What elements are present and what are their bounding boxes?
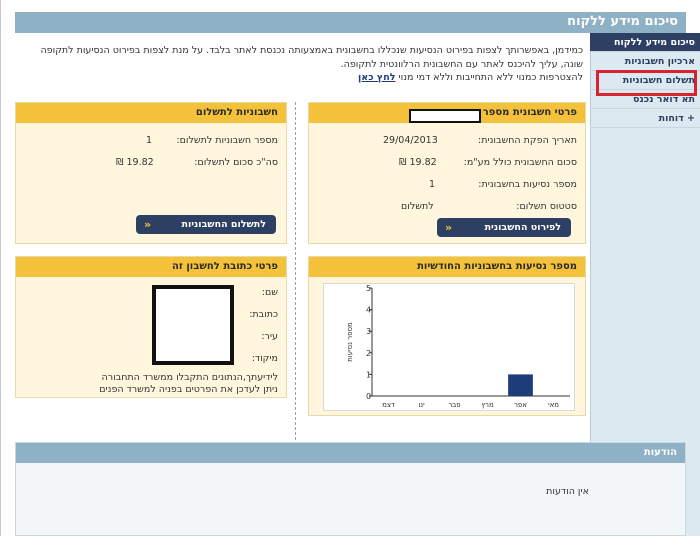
monthly-trips-title: מספר נסיעות בחשבוניות החודשיות bbox=[309, 257, 585, 277]
x-tick-label: מאי bbox=[548, 401, 559, 409]
messages-title: הודעות bbox=[16, 443, 685, 463]
total-amount-value: 19.82 ₪ bbox=[116, 157, 154, 168]
invoice-amount-label: סכום החשבונית כולל מע"מ: bbox=[463, 157, 577, 168]
payment-status-value: לתשלום bbox=[401, 201, 434, 212]
x-tick-label: מרץ bbox=[481, 401, 494, 409]
invoice-detail-button[interactable]: לפירוט החשבונית « bbox=[437, 218, 571, 237]
sidebar-item-summary[interactable]: סיכום מידע ללקוח bbox=[590, 33, 700, 52]
intro-line-1: כמידמן, באפשרותך לצפות בפירוט הנסיעות שנ… bbox=[40, 45, 583, 56]
highlight-box bbox=[596, 70, 697, 96]
invoices-count-label: מספר חשבוניות לתשלום: bbox=[176, 135, 278, 146]
y-tick-label: 4 bbox=[366, 306, 371, 315]
monthly-trips-chart: מספר נסיעות 012345 מאי אפר מרץ פבר ינו דצמ bbox=[323, 283, 575, 411]
invoice-details-panel: פרטי חשבונית מספר תאריך הפקת החשבונית: 2… bbox=[308, 102, 586, 244]
masked-invoice-number bbox=[409, 109, 481, 123]
page: סיכום מידע ללקוח סיכום מידע ללקוח ארכיון… bbox=[0, 0, 700, 536]
monthly-trips-panel: מספר נסיעות בחשבוניות החודשיות מספר נסיע… bbox=[308, 256, 586, 416]
sidebar-item-archive[interactable]: ארכיון חשבוניות bbox=[590, 52, 700, 71]
sidebar-item-reports[interactable]: + דוחות bbox=[590, 109, 700, 128]
intro-text: כמידמן, באפשרותך לצפות בפירוט הנסיעות שנ… bbox=[15, 44, 583, 85]
messages-text: אין הודעות bbox=[546, 486, 589, 497]
vertical-divider bbox=[295, 102, 296, 440]
chart-svg: מספר נסיעות 012345 מאיאפרמרץפברינודצמ bbox=[346, 284, 570, 409]
pay-invoices-button[interactable]: לתשלום החשבוניות « bbox=[136, 215, 276, 234]
page-title: סיכום מידע ללקוח bbox=[567, 14, 678, 29]
payment-status-label: סטטוס תשלום: bbox=[516, 201, 577, 212]
click-here-link[interactable]: לחץ כאן bbox=[358, 72, 395, 83]
address-details-panel: פרטי כתובת לחשבון זה שם: כתובת: עיר: מיק… bbox=[15, 256, 287, 398]
issue-date-label: תאריך הפקת החשבונית: bbox=[478, 135, 577, 146]
invoices-to-pay-title: חשבוניות לתשלום bbox=[16, 103, 286, 123]
address-note-line-2: ניתן לעדכן את הפרטים בפניה למשרד הפנים bbox=[99, 384, 278, 395]
name-label: שם: bbox=[261, 287, 278, 298]
y-axis-label: מספר נסיעות bbox=[346, 322, 354, 362]
x-tick-label: ינו bbox=[418, 401, 425, 409]
masked-address-box bbox=[152, 285, 234, 365]
invoice-amount-value: 19.82 ₪ bbox=[399, 157, 437, 168]
address-label: כתובת: bbox=[249, 309, 278, 320]
trip-count-value: 1 bbox=[429, 179, 436, 190]
double-chevron-icon: « bbox=[445, 221, 453, 234]
y-tick-label: 3 bbox=[366, 327, 371, 336]
x-tick-label: אפר bbox=[514, 401, 527, 409]
messages-panel: הודעות אין הודעות bbox=[15, 442, 686, 536]
address-details-title: פרטי כתובת לחשבון זה bbox=[16, 257, 286, 277]
header-bar: סיכום מידע ללקוח bbox=[15, 12, 686, 33]
x-tick-label: פבר bbox=[448, 401, 460, 409]
invoices-count-value: 1 bbox=[146, 135, 153, 146]
bar bbox=[508, 374, 533, 396]
invoices-to-pay-panel: חשבוניות לתשלום מספר חשבוניות לתשלום: 1 … bbox=[15, 102, 287, 244]
x-tick-label: דצמ bbox=[382, 401, 395, 409]
issue-date-value: 29/04/2013 bbox=[383, 135, 438, 146]
zip-label: מיקוד: bbox=[251, 353, 278, 364]
city-label: עיר: bbox=[261, 331, 278, 342]
intro-line-2: שונה, עליך להיכנס לאתר עם החשבונית הרלוו… bbox=[340, 58, 583, 70]
intro-line-3: להצטרפות כמנוי ללא התחייבות וללא דמי מנו… bbox=[358, 72, 583, 83]
trip-count-label: מספר נסיעות בחשבונית: bbox=[478, 179, 577, 190]
double-chevron-icon: « bbox=[144, 218, 152, 231]
total-amount-label: סה"כ סכום לתשלום: bbox=[194, 157, 278, 168]
address-note-line-1: לידיעתך,הנתונים התקבלו ממשרד התחבורה bbox=[101, 372, 278, 383]
